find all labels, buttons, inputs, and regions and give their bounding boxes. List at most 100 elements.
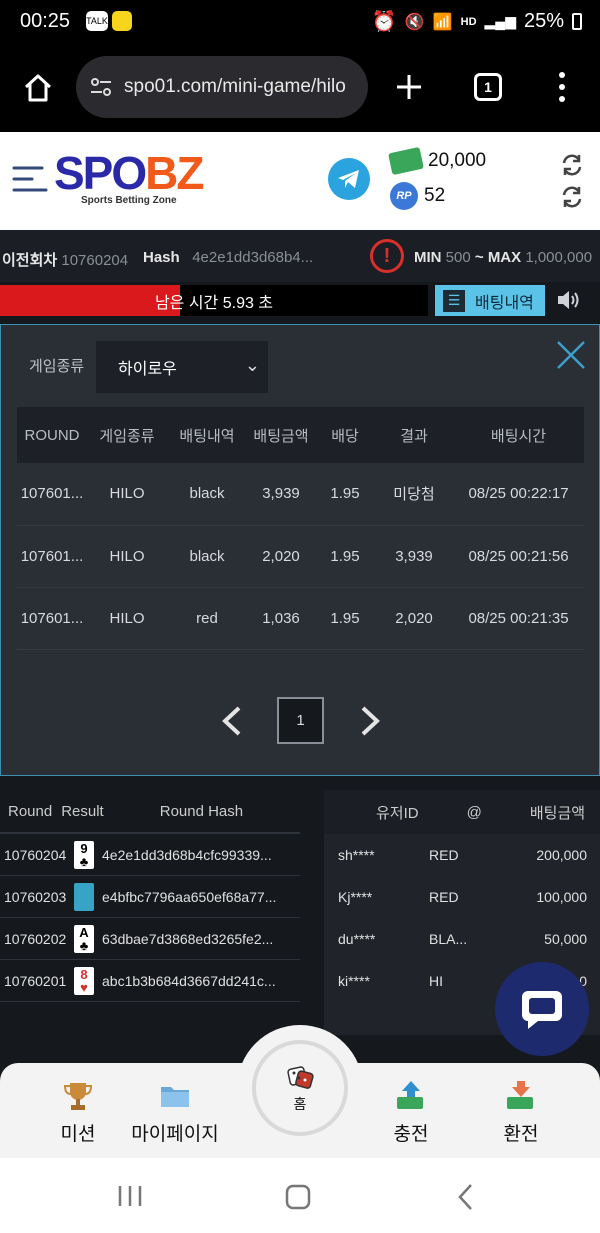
telegram-icon[interactable] — [328, 158, 370, 200]
cell-time: 08/25 00:22:17 — [453, 463, 584, 526]
next-page-icon[interactable] — [357, 705, 383, 737]
cell-bet: black — [167, 525, 247, 588]
col-round: ROUND — [17, 407, 87, 463]
col-result-label: Result — [61, 802, 104, 820]
home-icon[interactable] — [22, 72, 54, 104]
table-header-row: ROUND 게임종류 배팅내역 배팅금액 배당 결과 배팅시간 — [17, 407, 584, 463]
cell-time: 08/25 00:21:35 — [453, 587, 584, 650]
game-type-selected: 하이로우 — [118, 361, 177, 378]
prev-round-value: 10760204 — [61, 252, 129, 269]
round-row[interactable]: 10760203 e4bfbc7796aa650ef68a77... — [0, 876, 300, 918]
min-label: MIN — [414, 249, 442, 266]
nav-home-label: 홈 — [293, 1096, 307, 1112]
recent-apps-icon[interactable] — [116, 1184, 144, 1208]
tab-count: 1 — [484, 79, 492, 95]
user-amount: 100,000 — [536, 889, 587, 905]
cell-round: 107601... — [17, 587, 87, 650]
col-hash-label: Round Hash — [159, 802, 244, 820]
close-icon[interactable] — [553, 337, 589, 373]
min-value: 500 — [445, 249, 471, 266]
cell-amount: 1,036 — [247, 587, 315, 650]
alarm-icon: ⏰ — [371, 11, 397, 33]
tab-switcher-button[interactable]: 1 — [474, 73, 502, 101]
page-button-current[interactable]: 1 — [277, 697, 324, 744]
app-notification-icon — [112, 11, 132, 31]
money-icon — [388, 146, 424, 176]
cell-odds: 1.95 — [315, 463, 375, 526]
nav-deposit[interactable]: 충전 — [351, 1079, 471, 1146]
result-card: 9 ♣ — [74, 840, 94, 869]
limit-separator: ~ — [474, 249, 484, 266]
money-balance: 20,000 — [428, 150, 487, 171]
bet-history-button[interactable]: ☰ 배팅내역 — [435, 285, 545, 316]
nav-deposit-label: 충전 — [393, 1124, 429, 1145]
nav-withdraw[interactable]: 환전 — [461, 1079, 581, 1146]
cell-round: 107601... — [17, 463, 87, 526]
col-result: 결과 — [375, 407, 453, 463]
user-amount: 50,000 — [544, 931, 587, 947]
cell-odds: 1.95 — [315, 587, 375, 650]
bet-history-label: 배팅내역 — [475, 294, 534, 312]
nav-mypage-label: 마이페이지 — [131, 1124, 219, 1145]
alert-icon[interactable]: ! — [370, 239, 404, 273]
cell-result: 미당첨 — [375, 463, 453, 526]
hash-label: Hash — [143, 249, 180, 266]
system-home-icon[interactable] — [285, 1184, 311, 1210]
round-hash: e4bfbc7796aa650ef68a77... — [102, 888, 277, 905]
back-icon[interactable] — [456, 1183, 476, 1211]
status-bar: 00:25 TALK ⏰ 🔇 📶 HD ▂▄▆ 25% — [0, 0, 600, 44]
site-logo[interactable]: SPOBZ — [54, 146, 204, 200]
game-type-label: 게임종류 — [29, 358, 85, 375]
chevron-down-icon: ⌄ — [244, 355, 260, 375]
live-bet-row: sh**** RED 200,000 — [324, 834, 600, 876]
trophy-icon — [63, 1083, 93, 1110]
prev-round-label: 이전회차 — [2, 252, 58, 269]
hash-info: Hash 4e2e1dd3d68b4... — [143, 249, 313, 266]
new-tab-icon[interactable] — [394, 72, 424, 102]
prev-page-icon[interactable] — [219, 705, 245, 737]
round-row[interactable]: 10760201 8 ♥ abc1b3b684d3667dd241c... — [0, 960, 300, 1002]
col-odds: 배당 — [315, 407, 375, 463]
browser-toolbar: spo01.com/mini-game/hilo 1 — [0, 44, 600, 132]
more-menu-icon[interactable] — [558, 72, 566, 102]
remaining-time-bar: 남은 시간 5.93 초 — [0, 285, 428, 316]
col-round-label: Round — [8, 802, 53, 820]
col-user-label: 유저ID — [376, 804, 419, 822]
site-settings-icon[interactable] — [88, 74, 114, 100]
card-suit: ♥ — [80, 979, 88, 995]
round-results-panel: Round Result Round Hash 10760204 9 ♣ 4e2e… — [0, 790, 300, 1035]
user-pick: HI — [429, 973, 443, 989]
cell-bet: black — [167, 463, 247, 526]
live-bet-row: Kj**** RED 100,000 — [324, 876, 600, 918]
nav-home[interactable]: 홈 — [237, 1025, 363, 1151]
address-bar[interactable]: spo01.com/mini-game/hilo — [76, 56, 368, 118]
game-type-select[interactable]: 하이로우 ⌄ — [96, 341, 268, 393]
cell-amount: 2,020 — [247, 525, 315, 588]
cell-amount: 3,939 — [247, 463, 315, 526]
col-bet-amount-label: 배팅금액 — [529, 804, 586, 822]
cell-bet: red — [167, 587, 247, 650]
refresh-money-icon[interactable] — [560, 153, 584, 177]
hamburger-menu-icon[interactable] — [12, 164, 48, 194]
round-hash: 4e2e1dd3d68b4cfc99339... — [102, 846, 272, 863]
result-card: A ♣ — [74, 924, 94, 953]
signal-icon: ▂▄▆ — [484, 13, 516, 29]
round-row[interactable]: 10760202 A ♣ 63dbae7d3868ed3265fe2... — [0, 918, 300, 960]
site-header: SPOBZ Sports Betting Zone 20,000 RP 52 — [0, 132, 600, 230]
round-row[interactable]: 10760204 9 ♣ 4e2e1dd3d68b4cfc99339... — [0, 834, 300, 876]
prev-round: 이전회차 10760204 — [2, 249, 128, 270]
table-row: 107601... HILO black 3,939 1.95 미당첨 08/2… — [17, 463, 584, 526]
card-suit: ♣ — [79, 937, 89, 953]
sound-icon[interactable] — [556, 288, 582, 312]
card-rank: A — [79, 924, 89, 940]
card-rank: 8 — [80, 966, 88, 982]
refresh-rp-icon[interactable] — [560, 185, 584, 209]
talk-notification-icon: TALK — [86, 11, 108, 31]
live-chat-button[interactable] — [495, 962, 589, 1056]
nav-withdraw-label: 환전 — [503, 1124, 539, 1145]
bet-history-table: ROUND 게임종류 배팅내역 배팅금액 배당 결과 배팅시간 107601..… — [17, 407, 584, 650]
logo-bz: BZ — [145, 147, 204, 199]
money-balance-row: 20,000 — [388, 146, 487, 176]
cell-round: 107601... — [17, 525, 87, 588]
nav-mypage[interactable]: 마이페이지 — [115, 1079, 235, 1146]
